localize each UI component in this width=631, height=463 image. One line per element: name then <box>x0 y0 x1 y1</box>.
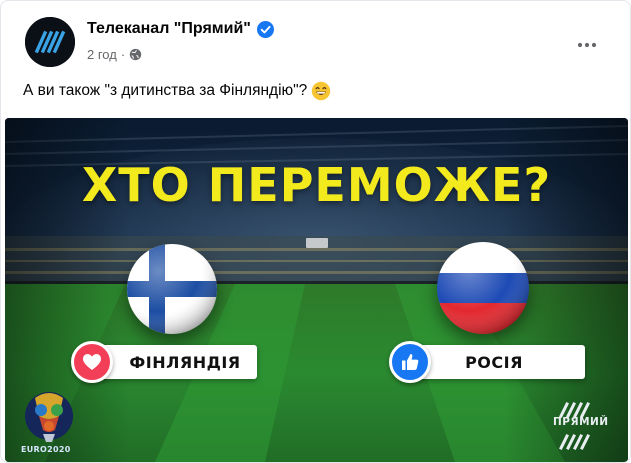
post-meta: 2 год · <box>87 47 142 62</box>
more-dots-icon <box>577 42 597 48</box>
finland-label: ФІНЛЯНДІЯ <box>129 352 241 372</box>
page-name-link[interactable]: Телеканал "Прямий" <box>87 20 274 38</box>
russia-label: РОСІЯ <box>465 352 523 372</box>
like-reaction-icon <box>389 341 431 383</box>
page-avatar[interactable] <box>25 17 75 67</box>
more-options-button[interactable] <box>569 27 605 63</box>
facebook-post: Телеканал "Прямий" 2 год · А ви також "з… <box>0 0 631 463</box>
russia-flag-ball <box>437 242 529 334</box>
heart-reaction-icon <box>71 341 113 383</box>
finland-flag-ball <box>127 244 217 334</box>
page-name[interactable]: Телеканал "Прямий" <box>87 20 251 38</box>
euro-logo-text: EURO2020 <box>21 445 71 454</box>
meta-separator: · <box>120 47 126 62</box>
globe-icon[interactable] <box>129 48 142 61</box>
post-image[interactable]: ХТО ПЕРЕМОЖЕ? ФІНЛЯНДІЯ РОСІЯ EURO2020 П… <box>5 118 628 462</box>
pryamyi-logo-icon <box>25 17 75 67</box>
verified-badge-icon <box>256 20 274 38</box>
post-message: А ви також "з дитинства за Фінляндію"? <box>23 82 308 99</box>
post-timestamp[interactable]: 2 год <box>87 47 117 62</box>
headline: ХТО ПЕРЕМОЖЕ? <box>81 158 552 212</box>
post-text: А ви також "з дитинства за Фінляндію"? <box>23 81 331 101</box>
pryamyi-watermark-text: ПРЯМИЙ <box>553 416 609 428</box>
grinning-emoji-icon <box>312 81 331 101</box>
